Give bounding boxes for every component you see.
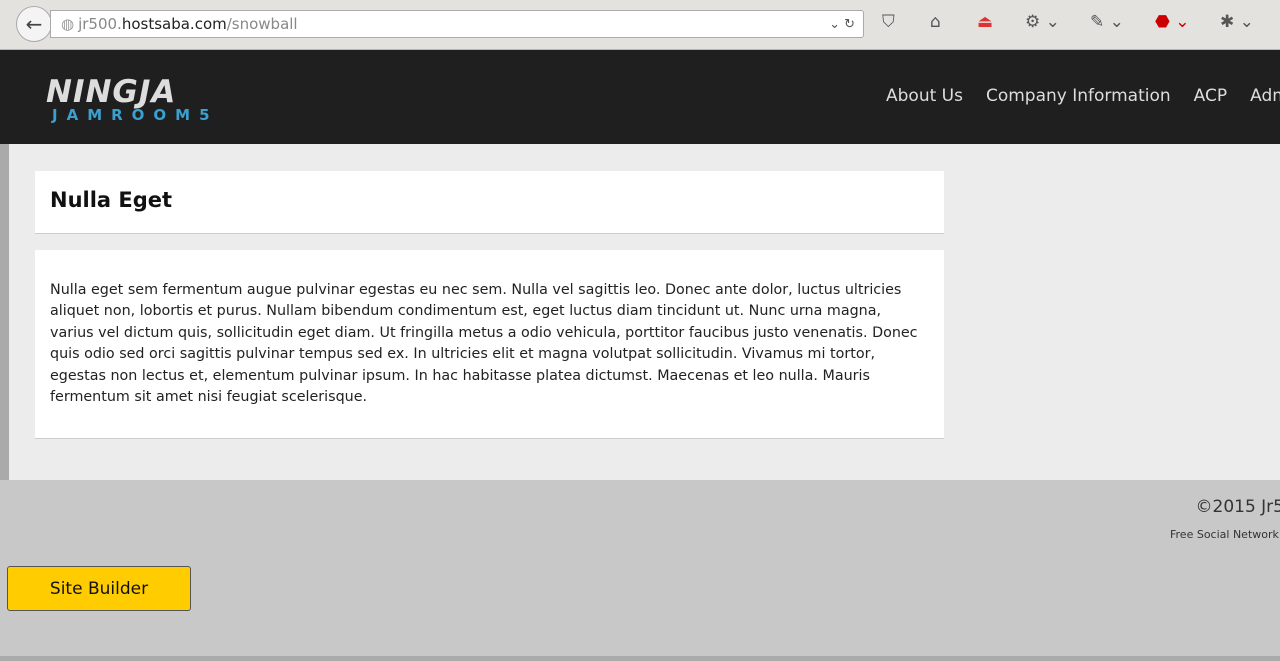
footer-tagline[interactable]: Free Social Network S [1170, 528, 1280, 541]
url-prefix: jr500. [78, 15, 122, 33]
back-button[interactable]: ← [16, 6, 52, 42]
back-arrow-icon: ← [25, 12, 43, 36]
download-icon[interactable]: ⏏ [977, 12, 993, 32]
adblock-icon[interactable]: ⬣ ⌄ [1155, 12, 1190, 32]
body-text: Nulla eget sem fermentum augue pulvinar … [50, 282, 918, 406]
page-title: Nulla Eget [50, 188, 173, 212]
nav-acp[interactable]: ACP [1194, 86, 1227, 106]
reload-icon[interactable]: ⌄ ↻ [829, 17, 855, 32]
gear-icon[interactable]: ⚙ ⌄ [1025, 12, 1060, 32]
bottom-border [0, 656, 1280, 661]
browser-toolbar: ← ◍ jr500. hostsaba.com/snowball ⌄ ↻ ⛉ ⌂ … [0, 0, 1280, 50]
bug-icon[interactable]: ✱ ⌄ [1220, 12, 1254, 32]
logo-main: NINGJA [46, 74, 177, 110]
footer-copyright: ©2015 Jr5 [1195, 497, 1280, 517]
body-card: Nulla eget sem fermentum augue pulvinar … [35, 250, 944, 439]
main-nav: About Us Company Information ACP Adm [886, 86, 1280, 106]
site-builder-button[interactable]: Site Builder [7, 566, 191, 611]
home-icon[interactable]: ⌂ [930, 12, 941, 32]
logo-sub: JAMROOM5 [52, 106, 219, 124]
site-header: NINGJA JAMROOM5 About Us Company Informa… [0, 50, 1280, 144]
title-card: Nulla Eget [35, 171, 944, 234]
site-logo[interactable]: NINGJA JAMROOM5 [46, 74, 219, 124]
url-path: /snowball [226, 15, 298, 33]
nav-about-us[interactable]: About Us [886, 86, 963, 106]
eyedropper-icon[interactable]: ✎ ⌄ [1090, 12, 1124, 32]
pocket-icon[interactable]: ⛉ [882, 12, 895, 32]
url-domain: hostsaba.com [121, 15, 227, 33]
url-bar[interactable]: ◍ jr500. hostsaba.com/snowball ⌄ ↻ [50, 10, 864, 38]
nav-company-information[interactable]: Company Information [986, 86, 1171, 106]
globe-icon: ◍ [61, 15, 75, 33]
nav-admin[interactable]: Adm [1250, 86, 1280, 106]
